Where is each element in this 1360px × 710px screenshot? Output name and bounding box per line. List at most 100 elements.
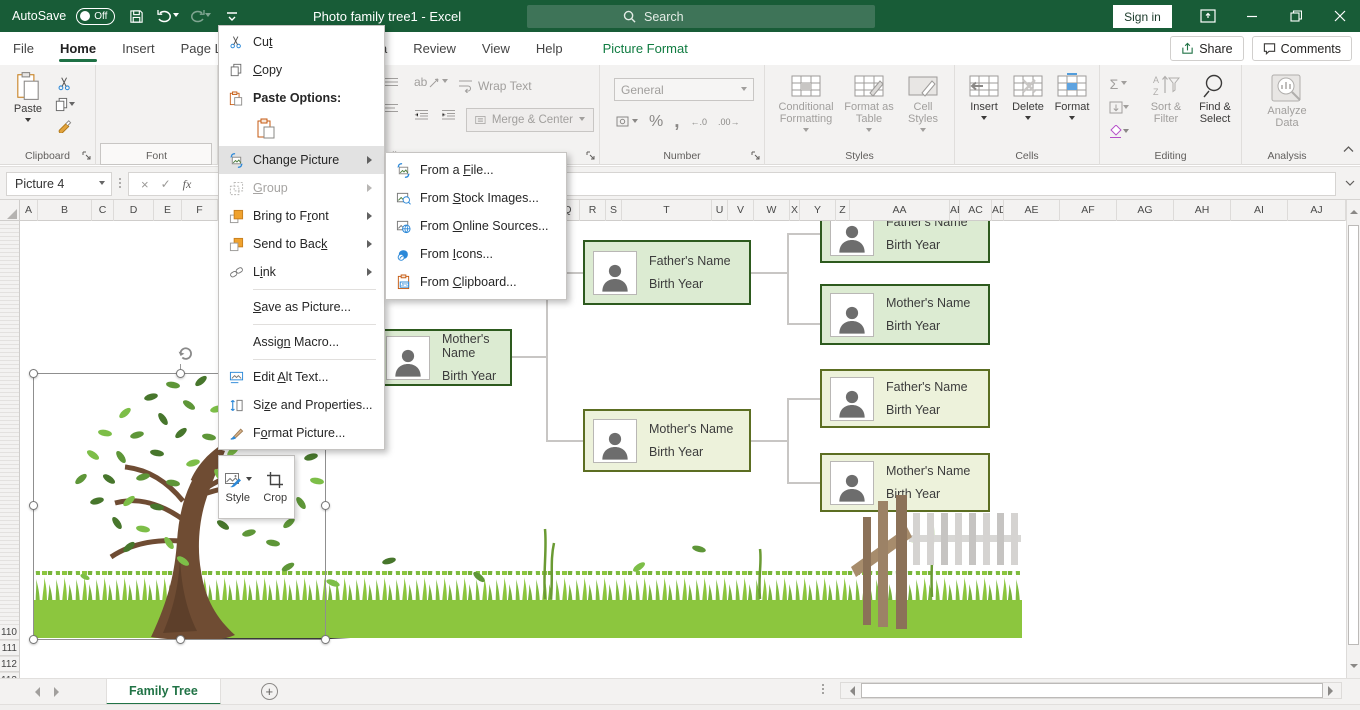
- analyze-data-button[interactable]: Analyze Data: [1260, 73, 1314, 129]
- family-tree-picture[interactable]: [33, 371, 1022, 640]
- format-cells-button[interactable]: Format: [1051, 73, 1093, 123]
- name-box[interactable]: Picture 4: [6, 172, 112, 196]
- format-as-table-button[interactable]: Format as Table: [841, 73, 897, 135]
- column-header[interactable]: AF: [1060, 200, 1117, 221]
- family-card[interactable]: Mother's NameBirth Year: [820, 284, 990, 345]
- wrap-text-button[interactable]: Wrap Text: [458, 79, 532, 93]
- paste-option-keep-formatting[interactable]: [253, 116, 279, 142]
- share-button[interactable]: Share: [1170, 36, 1243, 61]
- orientation-button[interactable]: ab: [414, 75, 448, 89]
- minimize-button[interactable]: [1230, 0, 1274, 32]
- submenu-item-from-stock-images[interactable]: From Stock Images...: [386, 184, 566, 212]
- column-header[interactable]: AI: [1231, 200, 1288, 221]
- row-header[interactable]: 112: [0, 657, 19, 672]
- tab-view[interactable]: View: [469, 32, 523, 65]
- format-painter-button[interactable]: [54, 115, 75, 136]
- restore-button[interactable]: [1274, 0, 1318, 32]
- comma-style-button[interactable]: ,: [674, 118, 679, 126]
- menu-item-size-and-properties[interactable]: Size and Properties...: [219, 391, 384, 419]
- row-header[interactable]: 111: [0, 641, 19, 656]
- menu-item-save-as-picture[interactable]: Save as Picture...: [219, 293, 384, 321]
- column-header[interactable]: AE: [1004, 200, 1060, 221]
- menu-item-edit-alt-text[interactable]: Edit Alt Text...: [219, 363, 384, 391]
- insert-cells-button[interactable]: Insert: [963, 73, 1005, 123]
- autosum-button[interactable]: Σ: [1108, 73, 1129, 94]
- tab-file[interactable]: File: [0, 32, 47, 65]
- new-sheet-button[interactable]: +: [261, 683, 278, 700]
- menu-item-send-to-back[interactable]: Send to Back: [219, 230, 384, 258]
- column-header[interactable]: D: [114, 200, 154, 221]
- percent-style-button[interactable]: %: [649, 113, 663, 131]
- menu-item-change-picture[interactable]: Change Picture: [219, 146, 384, 174]
- submenu-item-from-clipboard[interactable]: JPG From Clipboard...: [386, 268, 566, 296]
- horizontal-scrollbar[interactable]: [840, 682, 1342, 699]
- worksheet-grid[interactable]: Mother's NameBirth Year Father's NameBir…: [0, 221, 1346, 678]
- column-header[interactable]: R: [580, 200, 606, 221]
- column-header[interactable]: AC: [960, 200, 992, 221]
- column-header[interactable]: AH: [1174, 200, 1231, 221]
- sheet-nav-right-icon[interactable]: [54, 687, 64, 697]
- submenu-item-from-file[interactable]: From a File...: [386, 156, 566, 184]
- conditional-formatting-button[interactable]: Conditional Formatting: [775, 73, 837, 135]
- sort-filter-button[interactable]: AZ Sort & Filter: [1144, 73, 1188, 125]
- vertical-scroll-thumb[interactable]: [1348, 225, 1359, 645]
- decrease-decimal-button[interactable]: .00→: [718, 117, 740, 127]
- column-header[interactable]: C: [92, 200, 114, 221]
- collapse-ribbon-button[interactable]: [1343, 140, 1354, 158]
- scroll-right-icon[interactable]: [1328, 686, 1338, 696]
- number-dialog-launcher[interactable]: [751, 151, 762, 162]
- menu-item-format-picture[interactable]: Format Picture...: [219, 419, 384, 447]
- menu-item-copy[interactable]: Copy: [219, 56, 384, 84]
- sheet-tab-family-tree[interactable]: Family Tree: [106, 679, 221, 705]
- tab-help[interactable]: Help: [523, 32, 576, 65]
- column-header[interactable]: AJ: [1288, 200, 1346, 221]
- family-card[interactable]: Father's NameBirth Year: [820, 221, 990, 263]
- submenu-item-from-online-sources[interactable]: From Online Sources...: [386, 212, 566, 240]
- column-header[interactable]: AB: [950, 200, 960, 221]
- tab-insert[interactable]: Insert: [109, 32, 168, 65]
- cancel-icon[interactable]: ×: [141, 177, 149, 192]
- horizontal-scroll-thumb[interactable]: [861, 683, 1323, 698]
- save-icon[interactable]: [125, 5, 147, 27]
- number-format-dropdown[interactable]: General: [614, 78, 754, 101]
- column-header[interactable]: E: [154, 200, 182, 221]
- menu-item-cut[interactable]: Cut: [219, 28, 384, 56]
- merge-center-button[interactable]: Merge & Center: [466, 108, 594, 132]
- column-header[interactable]: S: [606, 200, 622, 221]
- column-header[interactable]: Z: [836, 200, 850, 221]
- rotation-handle[interactable]: [175, 344, 195, 364]
- cut-button[interactable]: [54, 73, 75, 94]
- scroll-down-icon[interactable]: [1350, 664, 1358, 672]
- ribbon-display-options-button[interactable]: [1186, 0, 1230, 32]
- column-header[interactable]: AD: [992, 200, 1004, 221]
- sheet-nav-left-icon[interactable]: [30, 687, 40, 697]
- increase-decimal-button[interactable]: ←.0: [691, 117, 708, 127]
- column-header[interactable]: U: [712, 200, 728, 221]
- menu-item-group[interactable]: Group: [219, 174, 384, 202]
- tabbar-splitter[interactable]: [822, 684, 824, 694]
- search-input[interactable]: Search: [527, 5, 875, 28]
- redo-button[interactable]: [189, 5, 211, 27]
- crop-button[interactable]: Crop: [257, 456, 295, 518]
- column-header[interactable]: B: [38, 200, 92, 221]
- column-header[interactable]: AG: [1117, 200, 1174, 221]
- row-header[interactable]: 110: [0, 625, 19, 640]
- column-header[interactable]: T: [622, 200, 712, 221]
- autosave-toggle[interactable]: Off: [76, 8, 115, 25]
- menu-item-assign-macro[interactable]: Assign Macro...: [219, 328, 384, 356]
- scroll-left-icon[interactable]: [845, 686, 855, 696]
- menu-item-link[interactable]: Link: [219, 258, 384, 286]
- family-card[interactable]: Father's NameBirth Year: [583, 240, 751, 305]
- scroll-up-icon[interactable]: [1350, 206, 1358, 214]
- insert-function-icon[interactable]: fx: [183, 177, 192, 192]
- undo-button[interactable]: [157, 5, 179, 27]
- customize-quick-access-icon[interactable]: [221, 5, 243, 27]
- alignment-dialog-launcher[interactable]: [586, 151, 597, 162]
- enter-icon[interactable]: ✓: [161, 177, 171, 191]
- select-all-corner[interactable]: [0, 200, 20, 221]
- column-header[interactable]: V: [728, 200, 754, 221]
- column-header[interactable]: W: [754, 200, 790, 221]
- cell-styles-button[interactable]: Cell Styles: [899, 73, 947, 135]
- close-button[interactable]: [1318, 0, 1360, 32]
- fill-button[interactable]: [1108, 97, 1129, 118]
